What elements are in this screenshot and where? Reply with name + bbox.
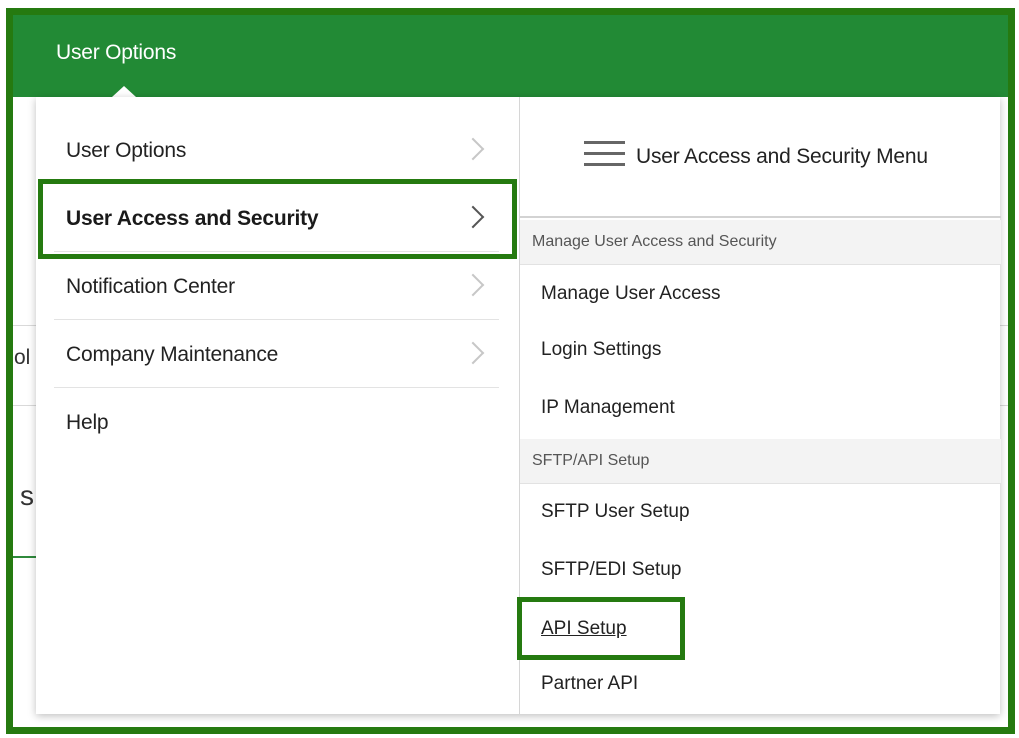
nav-item-label: Company Maintenance	[66, 343, 279, 366]
link-sftp-edi-setup[interactable]: SFTP/EDI Setup	[541, 559, 681, 581]
top-bar-title[interactable]: User Options	[56, 41, 176, 65]
submenu-column: User Access and Security Menu Manage Use…	[519, 97, 1001, 714]
hamburger-icon[interactable]	[584, 141, 625, 171]
link-partner-api[interactable]: Partner API	[541, 673, 638, 695]
link-manage-user-access[interactable]: Manage User Access	[541, 283, 721, 305]
nav-item-notification-center[interactable]: Notification Center	[54, 253, 499, 320]
nav-item-label: Notification Center	[66, 275, 235, 298]
chevron-right-icon	[461, 137, 485, 161]
background-text-fragment: ol	[14, 346, 31, 369]
submenu-header: User Access and Security Menu	[520, 97, 1001, 218]
link-ip-management[interactable]: IP Management	[541, 397, 675, 419]
chevron-right-icon	[461, 205, 485, 229]
chevron-right-icon	[461, 273, 485, 297]
nav-item-label: User Access and Security	[66, 207, 319, 230]
nav-item-user-access-and-security[interactable]: User Access and Security	[54, 185, 499, 252]
user-options-menu-panel: User Options User Access and Security No…	[36, 97, 1001, 714]
nav-item-help[interactable]: Help	[54, 389, 499, 456]
section-heading-manage-user-access: Manage User Access and Security	[520, 220, 1001, 265]
nav-item-user-options[interactable]: User Options	[54, 117, 499, 184]
link-sftp-user-setup[interactable]: SFTP User Setup	[541, 501, 690, 523]
dropdown-caret	[112, 86, 136, 97]
nav-item-company-maintenance[interactable]: Company Maintenance	[54, 321, 499, 388]
section-heading-sftp-api-setup: SFTP/API Setup	[520, 439, 1001, 484]
link-login-settings[interactable]: Login Settings	[541, 339, 661, 361]
chevron-right-icon	[461, 341, 485, 365]
nav-item-label: Help	[66, 411, 109, 434]
nav-item-label: User Options	[66, 139, 187, 162]
nav-column: User Options User Access and Security No…	[36, 97, 519, 714]
background-divider	[1000, 325, 1008, 326]
section-heading-label: SFTP/API Setup	[532, 452, 650, 469]
background-divider	[13, 325, 37, 326]
section-heading-label: Manage User Access and Security	[532, 233, 777, 250]
background-green-line	[13, 556, 37, 558]
background-divider	[13, 405, 37, 406]
link-api-setup[interactable]: API Setup	[541, 618, 627, 640]
background-heading-fragment: s	[20, 480, 34, 511]
background-divider	[1000, 405, 1008, 406]
submenu-title: User Access and Security Menu	[636, 145, 928, 168]
